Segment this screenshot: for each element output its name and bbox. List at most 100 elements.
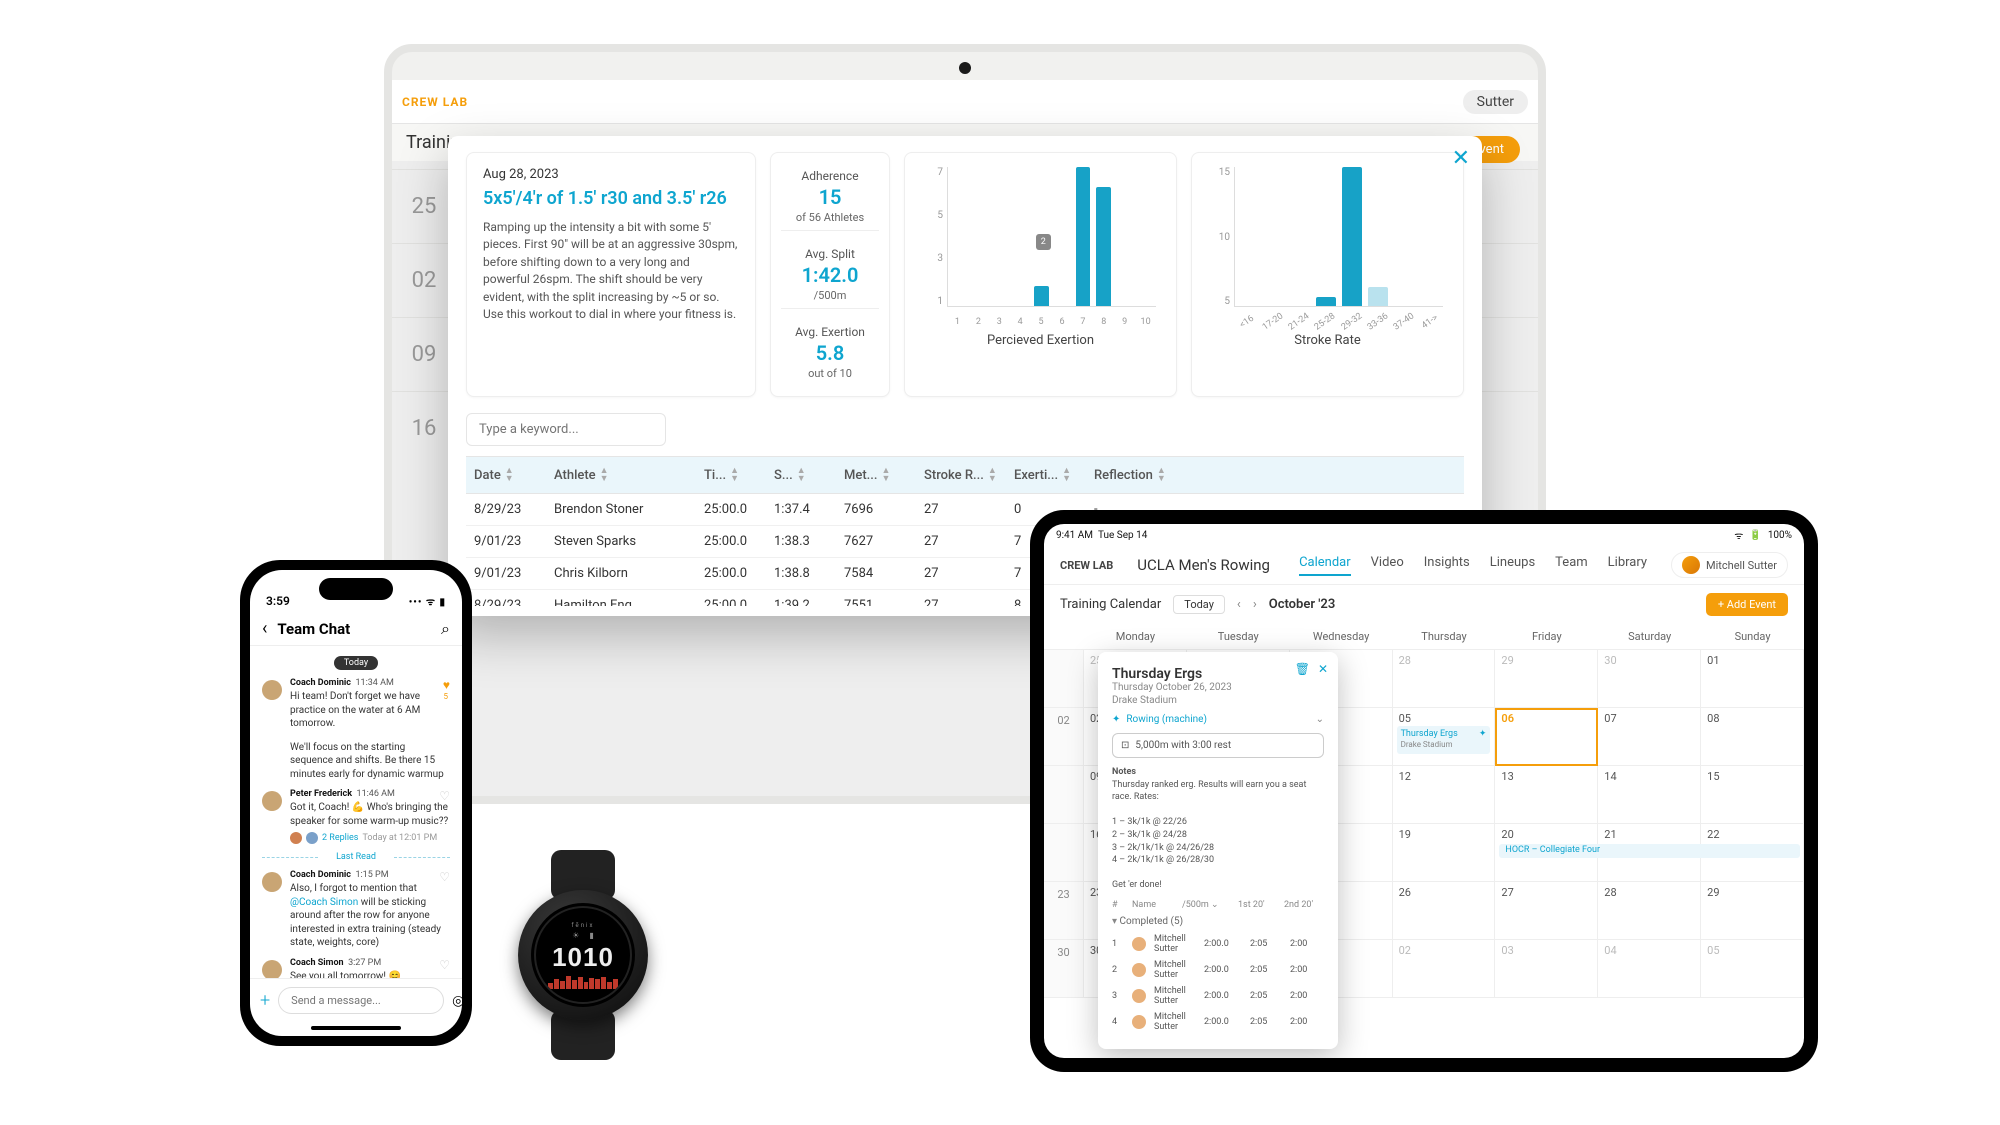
calendar-day[interactable]: 19 xyxy=(1393,824,1496,882)
chat-message[interactable]: We'll focus on the starting sequence and… xyxy=(262,739,450,782)
column-header[interactable]: Stroke R... ▲▼ xyxy=(916,457,1006,493)
heart-icon[interactable]: ♡ xyxy=(439,958,450,972)
result-row[interactable]: 3Mitchell Sutter2:00.02:052:00 xyxy=(1112,983,1324,1009)
watch-case: fēnix ☀▮ 1010 xyxy=(518,890,648,1020)
chevron-left-icon[interactable]: ‹ xyxy=(1237,597,1241,612)
chat-header: ‹ Team Chat ⌕ xyxy=(250,612,462,646)
week-label: 23 xyxy=(1044,882,1084,940)
user-chip[interactable]: Sutter xyxy=(1463,90,1528,114)
calendar-day[interactable]: 14 xyxy=(1598,766,1701,824)
column-header[interactable]: Athlete ▲▼ xyxy=(546,457,696,493)
calendar-day[interactable]: 29 xyxy=(1495,650,1598,708)
column-header[interactable]: Exerti... ▲▼ xyxy=(1006,457,1086,493)
result-row[interactable]: 4Mitchell Sutter2:00.02:052:00 xyxy=(1112,1009,1324,1035)
chart-annotation: 2 xyxy=(1036,234,1051,250)
chevron-down-icon[interactable]: ⌄ xyxy=(1316,714,1324,725)
calendar-day[interactable]: 13 xyxy=(1495,766,1598,824)
battery-icon: 🔋 xyxy=(1749,530,1761,541)
today-button[interactable]: Today xyxy=(1173,595,1225,614)
nav-calendar[interactable]: Calendar xyxy=(1299,555,1351,576)
nav-insights[interactable]: Insights xyxy=(1424,555,1470,576)
stat-adherence: Adherence 15 of 56 Athletes xyxy=(781,163,879,231)
chevron-right-icon[interactable]: › xyxy=(1253,597,1257,612)
calendar-day[interactable]: 28 xyxy=(1393,650,1496,708)
date-pill: Today xyxy=(334,656,378,670)
chat-body[interactable]: Today Coach Dominic 11:34 AMHi team! Don… xyxy=(250,646,462,978)
search-icon[interactable]: ⌕ xyxy=(441,619,450,639)
chat-message[interactable]: Coach Simon 3:27 PMSee you all tomorrow!… xyxy=(262,958,450,979)
column-header[interactable]: Ti... ▲▼ xyxy=(696,457,766,493)
calendar-day[interactable]: 05Thursday Ergs✦Drake Stadium xyxy=(1393,708,1496,766)
calendar-day[interactable]: 07 xyxy=(1598,708,1701,766)
chat-message[interactable]: Coach Dominic 11:34 AMHi team! Don't for… xyxy=(262,678,450,731)
event-popover: 🗑 ✕ Thursday Ergs Thursday October 26, 20… xyxy=(1098,652,1338,1049)
replies-link[interactable]: 2 Replies Today at 12:01 PM xyxy=(290,832,450,844)
event-title: Thursday Ergs xyxy=(1112,666,1324,682)
workout-set[interactable]: ⊡5,000m with 3:00 rest xyxy=(1112,733,1324,758)
nav-library[interactable]: Library xyxy=(1608,555,1647,576)
ipad-status-bar: 9:41 AM Tue Sep 14 ᯤ🔋100% xyxy=(1044,524,1804,546)
completed-section[interactable]: Completed (5) xyxy=(1112,916,1324,927)
calendar-day[interactable]: 15 xyxy=(1701,766,1804,824)
trash-icon[interactable]: 🗑 xyxy=(1295,662,1310,676)
calendar-day[interactable]: 01 xyxy=(1701,650,1804,708)
add-event-button[interactable]: + Add Event xyxy=(1706,593,1788,616)
results-header: #Name/500m ⌄1st 20'2nd 20' xyxy=(1112,900,1324,910)
avatar xyxy=(1132,963,1146,977)
avatar xyxy=(262,680,282,700)
column-header[interactable]: Date ▲▼ xyxy=(466,457,546,493)
calendar-day[interactable]: 29 xyxy=(1701,882,1804,940)
ipad-nav: CREW LAB UCLA Men's Rowing CalendarVideo… xyxy=(1044,546,1804,585)
calendar-day[interactable]: 04 xyxy=(1598,940,1701,998)
column-header[interactable]: S... ▲▼ xyxy=(766,457,836,493)
column-header[interactable]: Met... ▲▼ xyxy=(836,457,916,493)
camera-icon[interactable]: ◎ xyxy=(452,993,462,1009)
heart-icon[interactable]: ♡ xyxy=(439,870,450,884)
chat-message[interactable]: Coach Dominic 1:15 PMAlso, I forgot to m… xyxy=(262,870,450,950)
calendar-day[interactable]: 12 xyxy=(1393,766,1496,824)
star-icon: ✦ xyxy=(1479,729,1487,740)
workout-date: Aug 28, 2023 xyxy=(483,167,739,182)
nav-video[interactable]: Video xyxy=(1371,555,1404,576)
calendar-day[interactable]: 28 xyxy=(1598,882,1701,940)
calendar-day[interactable]: 02 xyxy=(1393,940,1496,998)
avatar xyxy=(262,791,282,811)
result-row[interactable]: 1Mitchell Sutter2:00.02:052:00 xyxy=(1112,931,1324,957)
week-number: 25 xyxy=(392,194,456,219)
column-header[interactable]: Reflection ▲▼ xyxy=(1086,457,1464,493)
clock-icon: ⊡ xyxy=(1121,740,1129,751)
watch-face[interactable]: fēnix ☀▮ 1010 xyxy=(531,903,635,1007)
multi-day-event[interactable]: HOCR – Collegiate Four xyxy=(1499,844,1800,858)
chart-exertion: 7531212345678910 Percieved Exertion xyxy=(904,152,1177,397)
table-header[interactable]: Date ▲▼Athlete ▲▼Ti... ▲▼S... ▲▼Met... ▲… xyxy=(466,456,1464,494)
week-number: 02 xyxy=(392,268,456,293)
chat-message[interactable]: Peter Frederick 11:46 AMGot it, Coach! 💪… xyxy=(262,789,450,844)
heart-icon[interactable]: ♡ xyxy=(439,789,450,803)
close-icon[interactable]: ✕ xyxy=(1452,146,1470,171)
back-icon[interactable]: ‹ xyxy=(262,618,267,639)
result-row[interactable]: 2Mitchell Sutter2:00.02:052:00 xyxy=(1112,957,1324,983)
message-input[interactable] xyxy=(278,987,444,1014)
home-indicator[interactable] xyxy=(311,1026,401,1030)
week-label: 02 xyxy=(1044,708,1084,766)
workout-title: 5x5'/4'r of 1.5' r30 and 3.5' r26 xyxy=(483,188,739,209)
plus-icon[interactable]: + xyxy=(260,990,270,1011)
calendar-day[interactable]: 27 xyxy=(1495,882,1598,940)
nav-team[interactable]: Team xyxy=(1555,555,1588,576)
user-chip[interactable]: Mitchell Sutter xyxy=(1671,552,1788,578)
heart-icon[interactable]: ♥ xyxy=(443,678,450,692)
calendar-day[interactable]: 03 xyxy=(1495,940,1598,998)
calendar-day[interactable]: 08 xyxy=(1701,708,1804,766)
calendar-day[interactable]: 30 xyxy=(1598,650,1701,708)
event-chip[interactable]: Thursday Ergs✦Drake Stadium xyxy=(1397,726,1491,754)
week-number: 09 xyxy=(392,342,456,367)
calendar-day[interactable]: 05 xyxy=(1701,940,1804,998)
close-icon[interactable]: ✕ xyxy=(1318,662,1328,676)
filter-input[interactable] xyxy=(466,413,666,446)
desktop-topbar: CREW LAB Sutter xyxy=(392,80,1538,124)
event-date: Thursday October 26, 2023 xyxy=(1112,682,1324,693)
activity-row[interactable]: ✦Rowing (machine)⌄ xyxy=(1112,714,1324,725)
nav-lineups[interactable]: Lineups xyxy=(1490,555,1535,576)
calendar-day[interactable]: 26 xyxy=(1393,882,1496,940)
calendar-day[interactable]: 06 xyxy=(1495,708,1598,766)
